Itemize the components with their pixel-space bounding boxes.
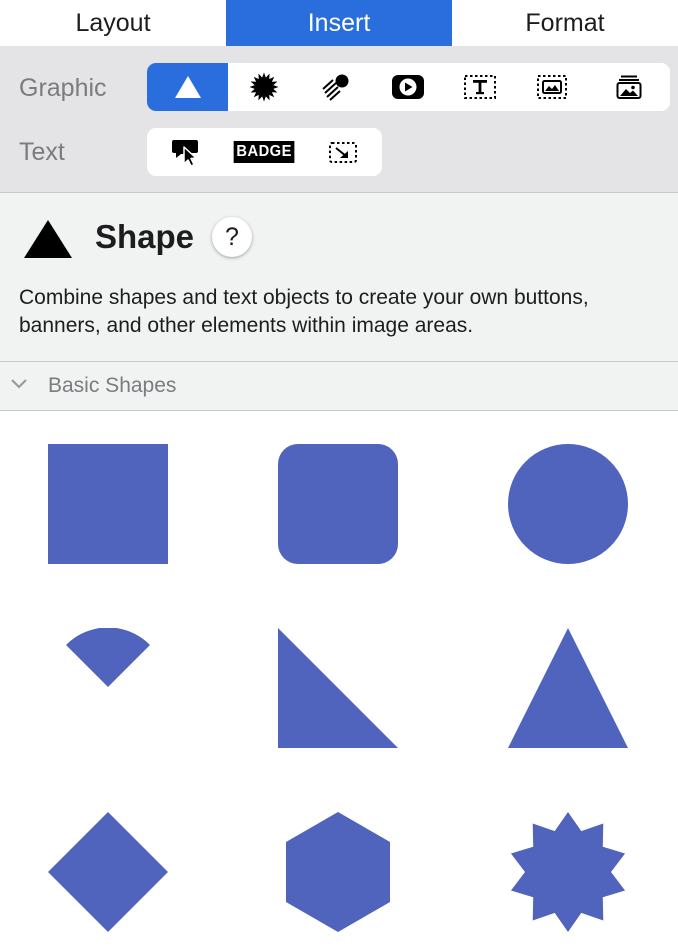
image-stack-icon xyxy=(616,75,642,99)
tab-insert[interactable]: Insert xyxy=(226,0,452,46)
insert-video-button[interactable] xyxy=(372,63,444,111)
tab-bar: Layout Insert Format xyxy=(0,0,678,46)
image-frame-icon xyxy=(537,75,567,99)
insert-image-frame-button[interactable] xyxy=(516,63,588,111)
basic-shapes-section-header[interactable]: Basic Shapes xyxy=(0,362,678,411)
diamond-shape[interactable] xyxy=(48,812,168,932)
triangle-shape[interactable] xyxy=(508,628,628,748)
insert-shape-button[interactable] xyxy=(147,63,228,111)
circle-shape[interactable] xyxy=(508,444,628,564)
insert-resize-frame-button[interactable] xyxy=(303,128,382,176)
text-segmented-control: BADGE xyxy=(147,128,382,176)
tab-layout[interactable]: Layout xyxy=(0,0,226,46)
insert-animation-button[interactable] xyxy=(300,63,372,111)
insert-toolbar: Graphic Text BADGE xyxy=(0,46,678,193)
square-shape[interactable] xyxy=(48,444,168,564)
right-triangle-shape[interactable] xyxy=(278,628,398,748)
graphic-segmented-control xyxy=(147,63,670,111)
insert-burst-button[interactable] xyxy=(228,63,300,111)
panel-description: Combine shapes and text objects to creat… xyxy=(19,286,589,337)
insert-badge-button[interactable]: BADGE xyxy=(225,128,303,176)
chevron-down-icon xyxy=(11,379,27,389)
triangle-shape-icon xyxy=(174,76,201,98)
text-frame-icon xyxy=(464,75,496,99)
insert-text-frame-button[interactable] xyxy=(444,63,516,111)
tab-format[interactable]: Format xyxy=(452,0,678,46)
hexagon-shape[interactable] xyxy=(278,812,398,932)
graphic-row-label: Graphic xyxy=(19,74,107,102)
shape-triangle-icon xyxy=(24,220,72,258)
insert-image-stack-button[interactable] xyxy=(588,63,670,111)
wedge-shape[interactable] xyxy=(48,628,168,748)
help-button[interactable]: ? xyxy=(212,217,252,257)
badge-icon: BADGE xyxy=(233,141,295,163)
resize-frame-icon xyxy=(328,142,357,163)
panel-title: Shape xyxy=(95,218,195,255)
insert-callout-button[interactable] xyxy=(147,128,225,176)
starburst-icon xyxy=(249,72,279,102)
section-label: Basic Shapes xyxy=(48,374,177,397)
callout-pointer-icon xyxy=(172,140,198,166)
comet-icon xyxy=(322,74,349,101)
play-video-icon xyxy=(392,75,424,99)
star-shape[interactable] xyxy=(508,812,628,932)
text-row-label: Text xyxy=(19,138,65,166)
rounded-square-shape[interactable] xyxy=(278,444,398,564)
